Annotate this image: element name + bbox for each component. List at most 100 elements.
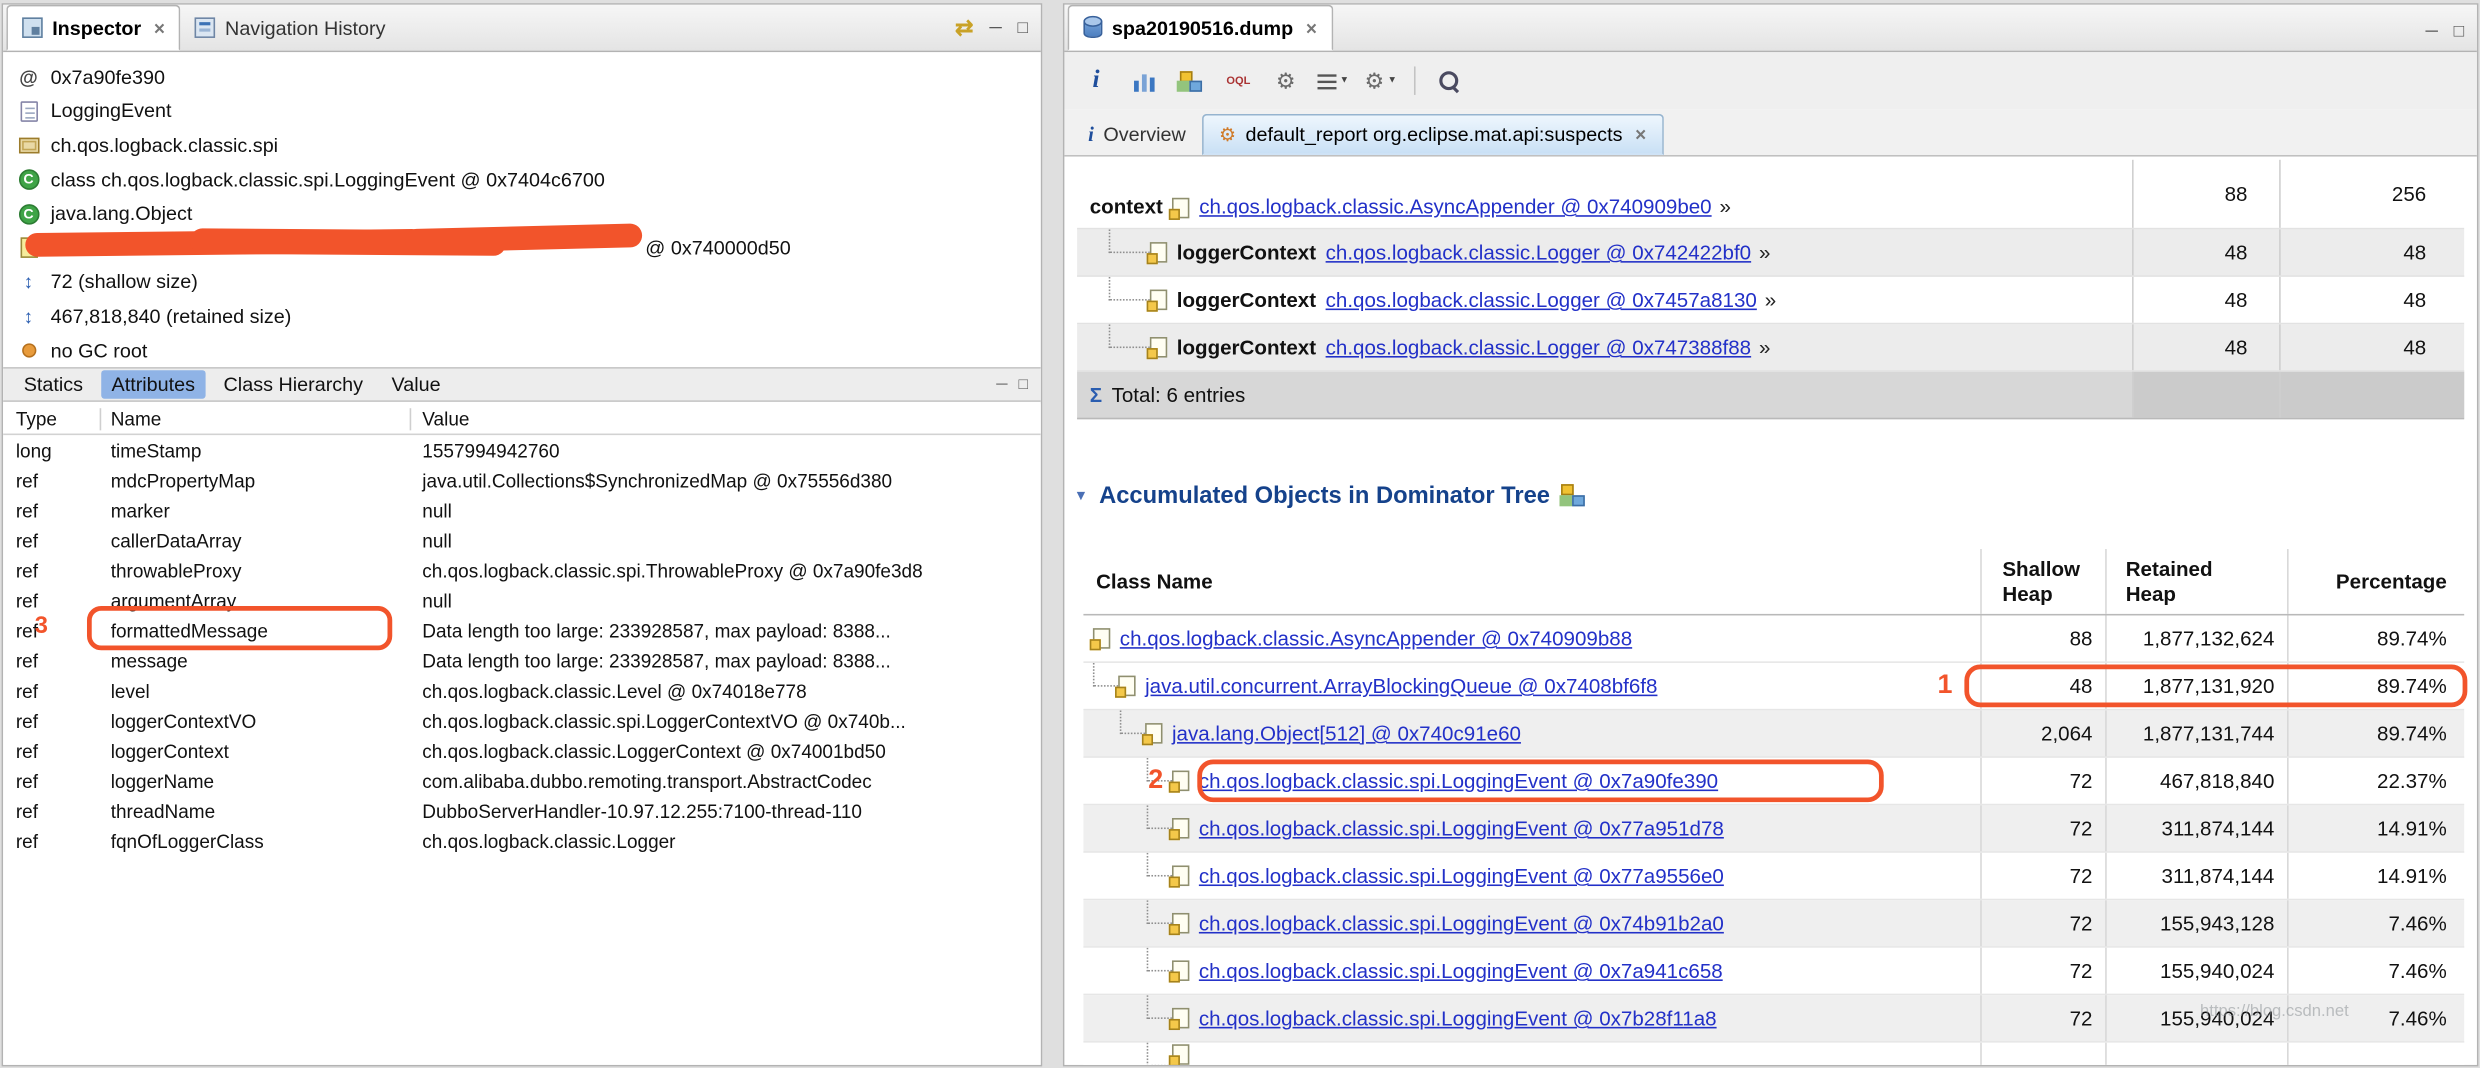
attribute-row[interactable]: ref argumentArray null: [3, 585, 1041, 615]
object-link[interactable]: ch.qos.logback.classic.spi.LoggingEvent …: [1199, 1006, 1717, 1030]
path-row[interactable]: loggerContext ch.qos.logback.classic.Logg…: [1077, 229, 2465, 277]
dominator-row[interactable]: ch.qos.logback.classic.spi.LoggingEvent …: [1083, 852, 2465, 901]
dominator-row[interactable]: java.lang.Object[512] @ 0x740c91e60 2,064…: [1083, 710, 2465, 758]
shallow-heap-value: 48: [2132, 324, 2279, 371]
oql-icon[interactable]: OQL: [1219, 62, 1257, 100]
inspections-menu-icon[interactable]: ⚙ ▼: [1362, 62, 1400, 100]
object-info-text: ch.qos.logback.classic.spi: [50, 134, 279, 157]
maximize-icon[interactable]: □: [1018, 376, 1028, 393]
attribute-row[interactable]: ref throwableProxy ch.qos.logback.classic.…: [3, 555, 1041, 585]
close-icon[interactable]: ×: [1635, 123, 1646, 145]
field-name: loggerContext: [1176, 335, 1317, 360]
info-icon[interactable]: i: [1077, 62, 1115, 100]
object-icon: [1168, 912, 1190, 936]
search-icon[interactable]: [1430, 62, 1468, 100]
column-header-class-name[interactable]: Class Name: [1083, 570, 1980, 594]
detail-tab-class-hierarchy[interactable]: Class Hierarchy: [212, 370, 374, 398]
shallow-heap-value: 48: [2132, 276, 2279, 323]
object-link[interactable]: ch.qos.logback.classic.Logger @ 0x742422…: [1326, 240, 1752, 264]
attribute-row[interactable]: long timeStamp 1557994942760: [3, 435, 1041, 465]
expand-arrow: »: [1759, 240, 1771, 265]
attribute-row[interactable]: ref formattedMessage Data length too large…: [3, 615, 1041, 645]
histogram-icon: [1132, 70, 1155, 91]
attribute-row[interactable]: ref mdcPropertyMap java.util.Collections$S…: [3, 465, 1041, 495]
column-header-percentage[interactable]: Percentage: [2287, 549, 2464, 614]
tree-connector: [1108, 229, 1150, 254]
path-row[interactable]: loggerContext ch.qos.logback.classic.Logg…: [1077, 276, 2465, 325]
object-link[interactable]: ch.qos.logback.classic.spi.LoggingEvent …: [1199, 864, 1724, 888]
path-row[interactable]: loggerContext ch.qos.logback.classic.Logg…: [1077, 324, 2465, 372]
object-info-line: LoggingEvent: [3, 94, 1041, 128]
dominator-tree-icon[interactable]: [1172, 62, 1210, 100]
shallow-heap-value: 72: [1980, 852, 2105, 899]
queries-menu-icon[interactable]: ▼: [1314, 62, 1352, 100]
shallow-heap-value: 2,064: [1980, 710, 2105, 757]
detail-tab-statics[interactable]: Statics: [13, 370, 94, 398]
object-link[interactable]: ch.qos.logback.classic.AsyncAppender @ 0…: [1199, 195, 1711, 219]
attribute-row[interactable]: ref level ch.qos.logback.classic.Level @ 0…: [3, 676, 1041, 706]
attribute-type: ref: [15, 739, 38, 762]
column-header-name[interactable]: Name: [101, 407, 412, 430]
shallow-heap-value: 88: [1980, 615, 2105, 662]
attribute-row[interactable]: ref loggerName com.alibaba.dubbo.remoting.…: [3, 766, 1041, 796]
detail-tab-attributes[interactable]: Attributes: [100, 370, 207, 399]
minimize-icon[interactable]: ─: [2426, 22, 2438, 41]
column-header-type[interactable]: Type: [3, 407, 102, 430]
attribute-row[interactable]: ref loggerContext ch.qos.logback.classic.L…: [3, 736, 1041, 766]
attribute-value: 1557994942760: [422, 439, 560, 462]
tab-default-report[interactable]: ⚙ default_report org.eclipse.mat.api:sus…: [1201, 113, 1664, 156]
object-link[interactable]: java.util.concurrent.ArrayBlockingQueue …: [1145, 674, 1657, 698]
object-link[interactable]: ch.qos.logback.classic.AsyncAppender @ 0…: [1120, 627, 1632, 651]
path-row[interactable]: context ch.qos.logback.classic.AsyncAppen…: [1077, 159, 2465, 230]
heap-dump-icon: [1083, 15, 1103, 38]
object-link[interactable]: ch.qos.logback.classic.spi.LoggingEvent …: [1199, 911, 1724, 935]
column-header-value[interactable]: Value: [411, 407, 1040, 429]
minimize-icon[interactable]: ─: [996, 376, 1007, 393]
attribute-name: loggerContext: [110, 739, 229, 762]
tab-navigation-history[interactable]: Navigation History: [181, 5, 400, 51]
tab-inspector[interactable]: Inspector ×: [6, 4, 181, 51]
close-icon[interactable]: ×: [154, 17, 165, 39]
object-link[interactable]: ch.qos.logback.classic.Logger @ 0x747388…: [1326, 335, 1752, 359]
maximize-icon[interactable]: □: [1018, 18, 1029, 37]
attribute-row[interactable]: ref marker null: [3, 495, 1041, 525]
object-link[interactable]: ch.qos.logback.classic.spi.LoggingEvent …: [1199, 959, 1723, 983]
detail-tab-value[interactable]: Value: [380, 370, 451, 398]
dominator-row[interactable]: ch.qos.logback.classic.AsyncAppender @ 0…: [1083, 615, 2465, 663]
attribute-type: ref: [15, 649, 38, 672]
dominator-row[interactable]: ch.qos.logback.classic.spi.LoggingEvent …: [1083, 947, 2465, 996]
tab-overview[interactable]: i Overview: [1072, 114, 1201, 155]
tab-heap-dump[interactable]: spa20190516.dump ×: [1067, 4, 1333, 51]
minimize-icon[interactable]: ─: [989, 18, 1001, 37]
collapse-twistie-icon[interactable]: ▼: [1074, 487, 1088, 503]
dropdown-caret-icon: ▼: [1339, 75, 1350, 86]
close-icon[interactable]: ×: [1306, 17, 1317, 39]
attribute-row[interactable]: ref callerDataArray null: [3, 525, 1041, 555]
attribute-row[interactable]: ref fqnOfLoggerClass ch.qos.logback.classi…: [3, 826, 1041, 856]
dominator-row[interactable]: ch.qos.logback.classic.spi.LoggingEvent …: [1083, 757, 2465, 806]
thread-overview-icon[interactable]: ⚙: [1267, 62, 1305, 100]
attribute-row[interactable]: ref loggerContextVO ch.qos.logback.classic…: [3, 706, 1041, 736]
dominator-row[interactable]: java.util.concurrent.ArrayBlockingQueue …: [1083, 662, 2465, 711]
column-header-retained-heap[interactable]: Retained Heap: [2105, 549, 2287, 614]
attribute-row[interactable]: ref message Data length too large: 2339285…: [3, 646, 1041, 676]
gc-root-icon: [16, 343, 41, 358]
dominator-row[interactable]: ch.qos.logback.classic.spi.LoggingEvent …: [1083, 900, 2465, 948]
attribute-row[interactable]: ref threadName DubboServerHandler-10.97.12…: [3, 796, 1041, 826]
package-icon: [18, 137, 39, 154]
attribute-type: ref: [15, 679, 38, 702]
thread-overview-icon: ⚙: [1275, 68, 1296, 94]
object-link[interactable]: ch.qos.logback.classic.spi.LoggingEvent …: [1199, 816, 1724, 840]
object-link[interactable]: ch.qos.logback.classic.spi.LoggingEvent …: [1199, 769, 1718, 793]
object-link[interactable]: ch.qos.logback.classic.Logger @ 0x7457a8…: [1326, 288, 1757, 312]
field-name: context: [1089, 194, 1163, 219]
attribute-type: ref: [15, 769, 38, 792]
column-header-shallow-heap[interactable]: Shallow Heap: [1980, 549, 2105, 614]
histogram-icon[interactable]: [1125, 62, 1163, 100]
maximize-icon[interactable]: □: [2454, 22, 2465, 41]
link-with-snapshot-icon[interactable]: ⇄: [955, 14, 974, 41]
object-link[interactable]: java.lang.Object[512] @ 0x740c91e60: [1172, 721, 1521, 745]
dominator-row[interactable]: ch.qos.logback.classic.spi.LoggingEvent …: [1083, 805, 2465, 853]
